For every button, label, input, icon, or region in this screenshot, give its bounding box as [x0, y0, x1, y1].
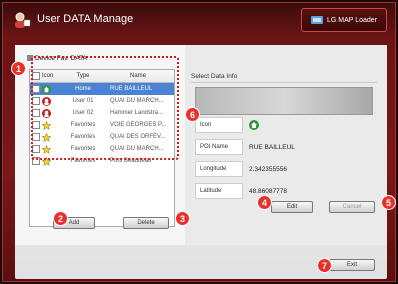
user-icon: [42, 107, 64, 119]
row-name: Hammer Landstra...: [110, 110, 164, 116]
row-name: QUAI DES ORFÈV...: [110, 134, 166, 140]
star-icon: [42, 143, 64, 155]
user-manage-icon: [15, 12, 31, 28]
select-data-panel: Select Data Info Icon POI Name RUE BAILL…: [185, 45, 387, 245]
poi-name-label: POI Name: [195, 139, 243, 155]
row-checkbox[interactable]: [30, 83, 42, 95]
row-name: QUAI DU MARCH...: [110, 146, 164, 152]
list-item[interactable]: Favorites Pont Beaudeau: [30, 155, 174, 167]
callout-badge-2: 2: [53, 211, 68, 226]
exit-button[interactable]: Exit: [329, 259, 375, 271]
content-panel: Device Fav. DATA Icon Type Name Home RUE …: [15, 45, 387, 279]
row-checkbox[interactable]: [30, 107, 42, 119]
user-data-manage-window: User DATA Manage LG MAP Loader Device Fa…: [2, 2, 396, 282]
star-icon: [42, 119, 64, 131]
window-title: User DATA Manage: [37, 13, 134, 25]
list-header: Icon Type Name: [30, 70, 174, 83]
icon-field-label: Icon: [195, 117, 243, 133]
device-fav-panel: Device Fav. DATA Icon Type Name Home RUE …: [15, 45, 186, 245]
row-type: User 02: [72, 110, 94, 116]
row-checkbox[interactable]: [30, 155, 42, 167]
list-item[interactable]: User 01 QUAI DU MARCH...: [30, 95, 174, 107]
home-icon: [249, 120, 259, 130]
row-type: Favorites: [70, 158, 96, 164]
fav-data-list[interactable]: Icon Type Name Home RUE BAILLEUL User 01 QU…: [29, 69, 175, 227]
callout-badge-3: 3: [175, 211, 190, 226]
brand-label: LG MAP Loader: [326, 16, 378, 24]
row-checkbox[interactable]: [30, 95, 42, 107]
row-checkbox[interactable]: [30, 119, 42, 131]
list-item[interactable]: Favorites QUAI DES ORFÈV...: [30, 131, 174, 143]
poi-name-value: RUE BAILLEUL: [249, 143, 295, 151]
list-item[interactable]: User 02 Hammer Landstra...: [30, 107, 174, 119]
lg-map-loader-badge: LG MAP Loader: [301, 8, 387, 32]
callout-badge-4: 4: [257, 195, 272, 210]
column-header-icon[interactable]: Icon: [42, 70, 64, 82]
titlebar: User DATA Manage LG MAP Loader: [3, 3, 395, 43]
device-icon: [27, 55, 33, 62]
callout-badge-6: 6: [185, 107, 200, 122]
callout-badge-1: 1: [11, 61, 26, 76]
latitude-label: Latitude: [195, 183, 243, 199]
row-type: Favorites: [70, 122, 96, 128]
delete-button[interactable]: Delete: [123, 217, 169, 229]
callout-badge-5: 5: [381, 195, 396, 210]
star-icon: [42, 131, 64, 143]
list-item[interactable]: Home RUE BAILLEUL: [30, 83, 174, 95]
row-name: QUAI DU MARCH...: [110, 98, 164, 104]
row-type: Favorites: [70, 146, 96, 152]
row-name: RUE BAILLEUL: [110, 86, 153, 92]
row-type: Home: [74, 86, 91, 92]
select-all-checkbox[interactable]: [30, 70, 42, 82]
select-data-title: Select Data Info: [191, 73, 377, 83]
cancel-button[interactable]: Cancel: [329, 201, 375, 213]
home-icon: [42, 83, 64, 95]
device-fav-label: Device Fav. DATA: [27, 55, 87, 62]
list-item[interactable]: Favorites VOIE GEORGES P...: [30, 119, 174, 131]
row-name: VOIE GEORGES P...: [110, 122, 167, 128]
row-type: Favorites: [70, 134, 96, 140]
star-icon: [42, 155, 64, 167]
column-header-name[interactable]: Name: [102, 70, 174, 82]
map-loader-icon: [310, 16, 323, 24]
row-type: User 01: [72, 98, 94, 104]
callout-badge-7: 7: [317, 258, 332, 273]
map-thumbnail: [195, 87, 373, 115]
icon-field-value: [249, 117, 369, 133]
user-icon: [42, 95, 64, 107]
longitude-value: 2.342355556: [249, 165, 287, 173]
list-item[interactable]: Favorites QUAI DU MARCH...: [30, 143, 174, 155]
edit-button[interactable]: Edit: [271, 201, 313, 213]
row-name: Pont Beaudeau: [110, 158, 152, 164]
row-checkbox[interactable]: [30, 143, 42, 155]
longitude-label: Longitude: [195, 161, 243, 177]
row-checkbox[interactable]: [30, 131, 42, 143]
column-header-type[interactable]: Type: [64, 70, 102, 82]
